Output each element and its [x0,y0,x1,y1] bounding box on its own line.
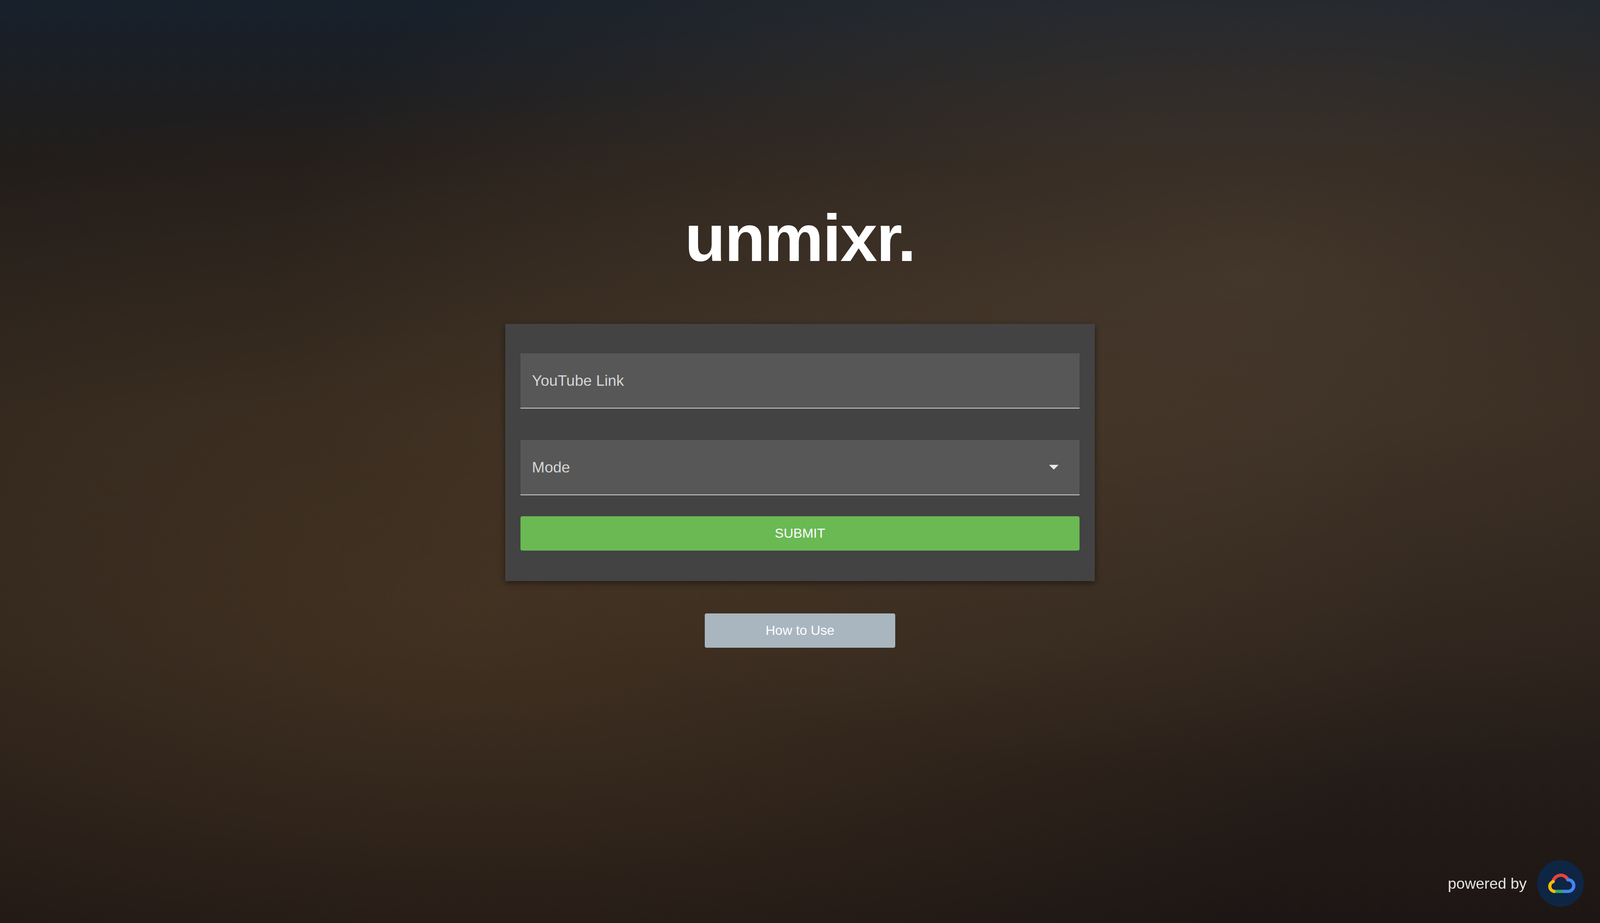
background-photo: unmixr. Mode SUBMIT How to Use powered by [0,0,1600,923]
mode-label: Mode [531,455,570,479]
dropdown-caret-icon [1049,464,1059,470]
powered-by-text: powered by [1448,871,1527,895]
app-logo: unmixr. [684,204,916,272]
submit-button[interactable]: SUBMIT [520,516,1080,551]
footer: powered by [1448,860,1584,907]
how-to-use-button[interactable]: How to Use [704,613,896,648]
mode-select[interactable]: Mode [520,440,1080,496]
form-card: Mode SUBMIT [505,323,1095,581]
google-cloud-icon[interactable] [1537,860,1584,907]
youtube-link-input[interactable] [520,353,1080,409]
